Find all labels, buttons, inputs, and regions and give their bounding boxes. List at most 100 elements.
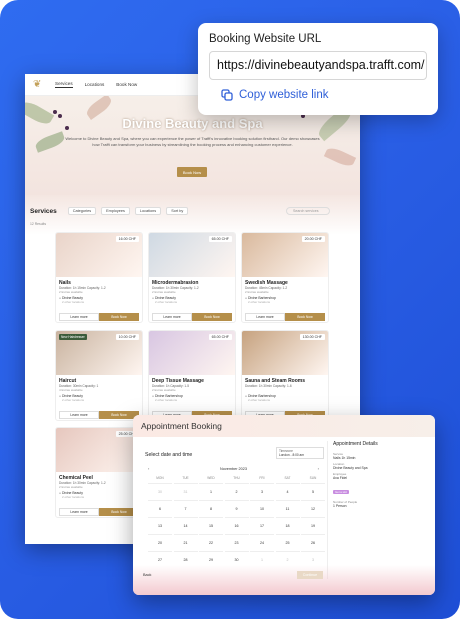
service-card[interactable]: 16.00 CHF Nails Duration: 1h 15min Capacit… — [55, 232, 143, 323]
service-extras: 2 Extras available — [245, 290, 269, 294]
weekday-label: WED — [207, 476, 215, 480]
calendar-day[interactable]: 2 — [224, 483, 249, 500]
leaf-decoration — [323, 145, 357, 169]
nav-services[interactable]: Services — [55, 81, 73, 88]
calendar-day[interactable]: 18 — [275, 517, 300, 534]
book-now-button[interactable]: Book Now — [192, 313, 232, 321]
weekday-label: MON — [156, 476, 164, 480]
service-extras: 4 Extras available — [59, 388, 83, 392]
calendar-day[interactable]: 31 — [173, 483, 198, 500]
nav-locations[interactable]: Locations — [85, 82, 105, 87]
calendar-day[interactable]: 7 — [173, 500, 198, 517]
service-price: 10.00 CHF — [115, 334, 139, 340]
filter-categories[interactable]: Categories — [67, 207, 97, 215]
service-location-sub: 2 other locations — [155, 300, 178, 304]
detail-value: 1 Person — [333, 504, 347, 508]
weekday-label: SAT — [284, 476, 291, 480]
calendar-day[interactable]: 25 — [275, 534, 300, 551]
service-card[interactable]: 65.00 CHF Microdermabrasion Duration: 1h 3… — [148, 232, 236, 323]
search-input[interactable]: Search services — [286, 207, 330, 215]
calendar-day[interactable]: 13 — [148, 517, 172, 534]
details-heading: Appointment Details — [333, 441, 378, 447]
service-location-sub: 2 other locations — [248, 398, 271, 402]
calendar-day[interactable]: 1 — [199, 483, 223, 500]
learn-more-button[interactable]: Learn more — [152, 313, 192, 321]
weekday-label: TUE — [182, 476, 189, 480]
book-now-button[interactable]: Book Now — [285, 313, 325, 321]
service-price: 65.00 CHF — [208, 334, 232, 340]
copy-link-button[interactable]: Copy website link — [221, 89, 427, 101]
copy-icon — [221, 89, 233, 101]
service-card[interactable]: New Hairdresser 10.00 CHF Haircut Duration:… — [55, 330, 143, 421]
leaf-decoration — [33, 131, 67, 153]
calendar-day[interactable]: 12 — [301, 500, 325, 517]
calendar-day[interactable]: 3 — [250, 483, 274, 500]
calendar-day[interactable]: 11 — [275, 500, 300, 517]
calendar-day[interactable]: 14 — [173, 517, 198, 534]
calendar-day[interactable]: 8 — [199, 500, 223, 517]
site-title: Divine Beauty and Spa — [122, 116, 263, 131]
calendar-day[interactable]: 4 — [275, 483, 300, 500]
url-field[interactable]: https://divinebeautyandspa.trafft.com/ — [209, 51, 427, 80]
calendar-day[interactable]: 16 — [224, 517, 249, 534]
service-card[interactable]: 65.00 CHF Deep Tissue Massage Duration: 1h… — [148, 330, 236, 421]
learn-more-button[interactable]: Learn more — [59, 411, 99, 419]
service-location-sub: 2 other locations — [248, 300, 271, 304]
services-toolbar: Services Categories Employees Locations … — [30, 205, 330, 217]
learn-more-button[interactable]: Learn more — [245, 313, 285, 321]
results-count: 12 Results — [30, 222, 47, 226]
booking-footer-wave — [133, 565, 435, 595]
calendar-day[interactable]: 15 — [199, 517, 223, 534]
service-extras: 2 Extras available — [59, 485, 83, 489]
filter-employees[interactable]: Employees — [101, 207, 130, 215]
calendar-day[interactable]: 26 — [301, 534, 325, 551]
weekday-label: SUN — [309, 476, 317, 480]
brand-logo-icon: ❦ — [33, 78, 42, 90]
month-label: November 2023 — [219, 467, 248, 471]
select-date-heading: Select date and time — [145, 452, 193, 458]
calendar-day[interactable]: 17 — [250, 517, 274, 534]
calendar-day[interactable]: 23 — [224, 534, 249, 551]
calendar-day[interactable]: 22 — [199, 534, 223, 551]
filter-locations[interactable]: Locations — [134, 207, 162, 215]
service-price: 130.00 CHF — [299, 334, 325, 340]
detail-value: Ava Fidel — [333, 476, 348, 480]
weekday-label: THU — [233, 476, 240, 480]
divider — [327, 441, 328, 579]
booking-header: Appointment Booking — [133, 415, 435, 437]
url-label: Booking Website URL — [209, 33, 322, 45]
continue-button[interactable]: Continue — [297, 571, 323, 579]
timezone-select[interactable]: Timezone London - 8:00 am — [276, 447, 324, 459]
calendar-day[interactable]: 20 — [148, 534, 172, 551]
service-extras: 2 Extras available — [59, 290, 83, 294]
next-month-icon[interactable]: › — [318, 466, 319, 471]
service-card[interactable]: 20.00 CHF Swedish Massage Duration: 45min … — [241, 232, 329, 323]
service-location-sub: 2 other locations — [62, 398, 85, 402]
back-button[interactable]: Back — [143, 573, 151, 577]
calendar-day[interactable]: 5 — [301, 483, 325, 500]
calendar-day[interactable]: 24 — [250, 534, 274, 551]
service-card[interactable]: 25.00 CHF Chemical Peel Duration: 1h 30min… — [55, 427, 143, 518]
appointment-details: Appointment Details Service Nails 1h 15mi… — [333, 441, 428, 571]
service-meta: Duration: 1h 30min Capacity: 1-6 — [245, 384, 292, 388]
status-badge: Get a slot — [333, 490, 349, 494]
calendar-day[interactable]: 19 — [301, 517, 325, 534]
filter-sort[interactable]: Sort by — [166, 207, 189, 215]
learn-more-button[interactable]: Learn more — [59, 313, 99, 321]
service-tag: New Hairdresser — [59, 334, 87, 340]
book-now-button[interactable]: Book Now — [99, 313, 139, 321]
learn-more-button[interactable]: Learn more — [59, 508, 99, 516]
detail-value: Divine Beauty and Spa — [333, 466, 368, 470]
calendar-day[interactable]: 10 — [250, 500, 274, 517]
hero-book-button[interactable]: Book Now — [177, 167, 207, 177]
service-card[interactable]: 130.00 CHF Sauna and Steam Rooms Duration:… — [241, 330, 329, 421]
calendar-day[interactable]: 9 — [224, 500, 249, 517]
calendar-day[interactable]: 21 — [173, 534, 198, 551]
berry-decoration — [53, 110, 57, 114]
service-location-sub: 2 other locations — [62, 495, 85, 499]
booking-title: Appointment Booking — [141, 421, 222, 431]
nav-book-now[interactable]: Book Now — [116, 82, 137, 87]
weekday-label: FRI — [259, 476, 265, 480]
calendar-day[interactable]: 6 — [148, 500, 172, 517]
calendar-day[interactable]: 30 — [148, 483, 172, 500]
